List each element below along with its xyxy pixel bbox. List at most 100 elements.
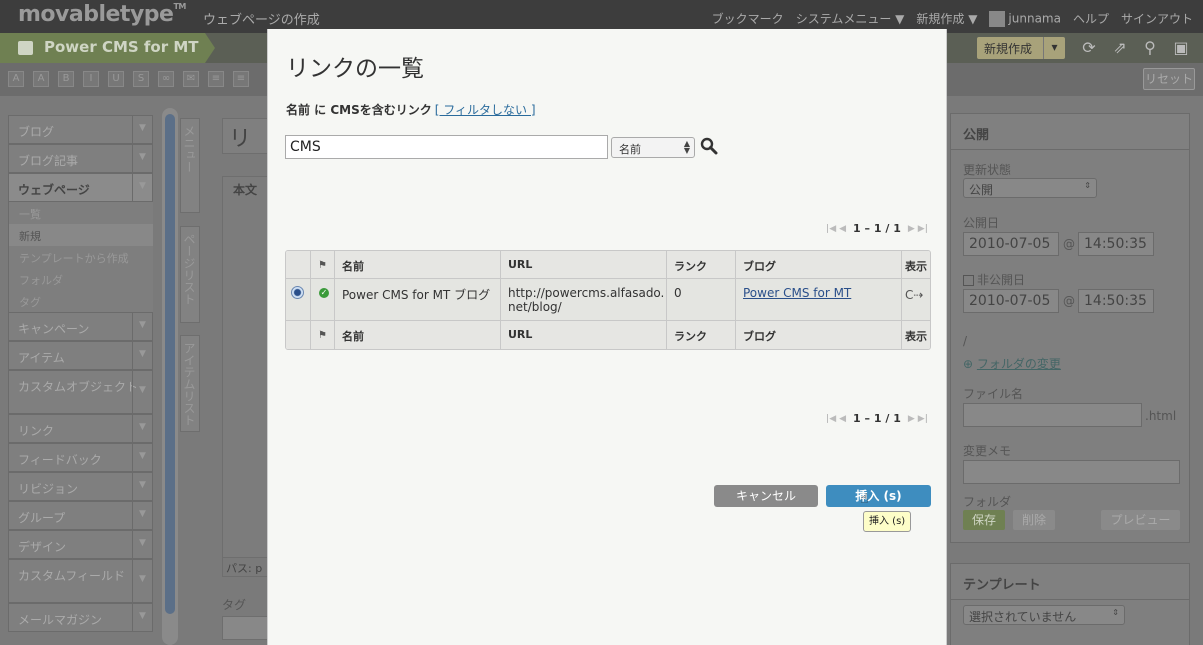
tab-menu[interactable]: メニュー bbox=[180, 118, 200, 213]
cancel-button[interactable]: キャンセル bbox=[714, 485, 818, 507]
template-select[interactable]: 選択されていません ⇕ bbox=[963, 605, 1125, 625]
menu-item-links[interactable]: リンク ▼ bbox=[8, 414, 153, 443]
menu-item-design[interactable]: デザイン ▼ bbox=[8, 530, 153, 559]
app-logo[interactable]: movabletypeTM bbox=[18, 2, 186, 27]
search-icon[interactable]: ⚲ bbox=[1141, 39, 1159, 57]
strike-icon[interactable]: S bbox=[133, 71, 149, 87]
blog-selector[interactable]: Power CMS for MT bbox=[0, 33, 215, 63]
blog-link[interactable]: Power CMS for MT bbox=[743, 286, 851, 300]
menu-item-webpages[interactable]: ウェブページ ▼ bbox=[8, 173, 153, 202]
tags-input[interactable] bbox=[222, 616, 270, 640]
next-page-icon[interactable]: ▶ bbox=[908, 414, 915, 424]
menu-item-feedback[interactable]: フィードバック ▼ bbox=[8, 443, 153, 472]
unpublish-checkbox[interactable] bbox=[963, 275, 974, 286]
select-arrows-icon: ▲ ▼ bbox=[683, 139, 690, 155]
scrollbar-thumb[interactable] bbox=[165, 114, 175, 614]
col-blog[interactable]: ブログ bbox=[736, 251, 902, 278]
view-icon[interactable]: C⇢ bbox=[902, 279, 930, 320]
reset-button[interactable]: リセット bbox=[1143, 68, 1195, 90]
menu-item-entries[interactable]: ブログ記事 ▼ bbox=[8, 144, 153, 173]
prev-page-icon[interactable]: ◀ bbox=[839, 414, 846, 424]
chevron-down-icon[interactable]: ▼ bbox=[132, 174, 152, 201]
first-page-icon[interactable]: |◀ bbox=[826, 224, 836, 234]
unpublish-time-input[interactable]: 14:50:35 bbox=[1078, 289, 1154, 313]
font-size-down-icon[interactable]: A bbox=[8, 71, 24, 87]
submenu-list[interactable]: 一覧 bbox=[8, 202, 153, 224]
body-tab[interactable]: 本文 bbox=[233, 181, 257, 198]
preview-button[interactable]: プレビュー bbox=[1101, 510, 1180, 530]
new-entry-button[interactable]: 新規作成 ▾ bbox=[977, 37, 1065, 59]
menu-item-custom-objects[interactable]: カスタムオブジェクト ▼ bbox=[8, 370, 153, 414]
last-page-icon[interactable]: ▶| bbox=[918, 224, 928, 234]
font-size-up-icon[interactable]: A bbox=[33, 71, 49, 87]
col-name[interactable]: 名前 bbox=[335, 251, 501, 278]
external-link-icon[interactable]: ⇗ bbox=[1111, 39, 1129, 57]
help-link[interactable]: ヘルプ bbox=[1073, 10, 1109, 27]
menu-item-mail-magazine[interactable]: メールマガジン ▼ bbox=[8, 603, 153, 632]
search-icon[interactable] bbox=[700, 137, 718, 155]
italic-icon[interactable]: I bbox=[83, 71, 99, 87]
clear-filter-link[interactable]: [ フィルタしない ] bbox=[435, 103, 536, 117]
signout-link[interactable]: サインアウト bbox=[1121, 10, 1193, 27]
chevron-down-icon[interactable]: ▼ bbox=[132, 116, 152, 143]
bold-icon[interactable]: B bbox=[58, 71, 74, 87]
menu-item-blog[interactable]: ブログ ▼ bbox=[8, 115, 153, 144]
next-page-icon[interactable]: ▶ bbox=[908, 224, 915, 234]
delete-button[interactable]: 削除 bbox=[1013, 510, 1055, 530]
submenu-folders[interactable]: フォルダ bbox=[8, 268, 153, 290]
col-name[interactable]: 名前 bbox=[335, 321, 501, 349]
chevron-down-icon[interactable]: ▾ bbox=[1043, 37, 1065, 59]
submenu-tags[interactable]: タグ bbox=[8, 290, 153, 312]
menu-item-revisions[interactable]: リビジョン ▼ bbox=[8, 472, 153, 501]
underline-icon[interactable]: U bbox=[108, 71, 124, 87]
prev-page-icon[interactable]: ◀ bbox=[839, 224, 846, 234]
published-icon: ✓ bbox=[319, 288, 329, 298]
menu-item-custom-fields[interactable]: カスタムフィールド ▼ bbox=[8, 559, 153, 603]
link-icon[interactable]: ∞ bbox=[158, 71, 174, 87]
col-rank[interactable]: ランク bbox=[667, 251, 736, 278]
search-field-select[interactable]: 名前 ▲ ▼ bbox=[611, 137, 695, 158]
submenu-new[interactable]: 新規 bbox=[8, 224, 153, 246]
submenu-from-template[interactable]: テンプレートから作成 bbox=[8, 246, 153, 268]
last-page-icon[interactable]: ▶| bbox=[918, 414, 928, 424]
row-blog[interactable]: Power CMS for MT bbox=[736, 279, 902, 320]
system-menu[interactable]: システムメニュー ▼ bbox=[796, 10, 905, 27]
tab-item-list[interactable]: アイテムリスト bbox=[180, 335, 200, 432]
first-page-icon[interactable]: |◀ bbox=[826, 414, 836, 424]
menu-item-items[interactable]: アイテム ▼ bbox=[8, 341, 153, 370]
status-select[interactable]: 公開 ⇕ bbox=[963, 178, 1097, 198]
menu-item-campaign[interactable]: キャンペーン ▼ bbox=[8, 312, 153, 341]
change-folder-link[interactable]: ⊕ フォルダの変更 bbox=[963, 355, 1061, 372]
table-row[interactable]: ✓ Power CMS for MT ブログ http://powercms.a… bbox=[286, 279, 930, 321]
email-icon[interactable]: ✉ bbox=[183, 71, 199, 87]
user-menu[interactable]: junnama bbox=[989, 10, 1061, 27]
filename-input[interactable] bbox=[963, 403, 1142, 427]
title-field[interactable]: リン bbox=[222, 118, 270, 154]
list-ol-icon[interactable]: ≡ bbox=[233, 71, 249, 87]
col-blog[interactable]: ブログ bbox=[736, 321, 902, 349]
unpublish-date-input[interactable]: 2010-07-05 bbox=[963, 289, 1059, 313]
col-rank[interactable]: ランク bbox=[667, 321, 736, 349]
row-name: Power CMS for MT ブログ bbox=[335, 279, 501, 320]
save-button[interactable]: 保存 bbox=[963, 510, 1005, 530]
col-url[interactable]: URL bbox=[501, 321, 667, 349]
chevron-down-icon[interactable]: ▼ bbox=[132, 145, 152, 172]
lock-icon[interactable]: ▣ bbox=[1172, 39, 1190, 57]
list-ul-icon[interactable]: ≡ bbox=[208, 71, 224, 87]
menu-item-groups[interactable]: グループ ▼ bbox=[8, 501, 153, 530]
bookmark-menu[interactable]: ブックマーク bbox=[712, 10, 784, 27]
tab-page-list[interactable]: ページリスト bbox=[180, 226, 200, 323]
row-select[interactable] bbox=[286, 279, 311, 320]
body-editor[interactable]: 本文 bbox=[222, 176, 270, 576]
insert-button[interactable]: 挿入 (s) bbox=[826, 485, 931, 507]
publish-time-input[interactable]: 14:50:35 bbox=[1078, 232, 1154, 256]
search-input[interactable]: CMS bbox=[285, 135, 608, 159]
unpublish-row[interactable]: 非公開日 bbox=[963, 271, 1025, 288]
memo-input[interactable] bbox=[963, 460, 1180, 484]
create-menu[interactable]: 新規作成 ▼ bbox=[916, 10, 977, 27]
publish-date-input[interactable]: 2010-07-05 bbox=[963, 232, 1059, 256]
left-scrollbar[interactable] bbox=[162, 108, 178, 645]
col-url[interactable]: URL bbox=[501, 251, 667, 278]
refresh-icon[interactable]: ⟳ bbox=[1080, 39, 1098, 57]
radio-button[interactable] bbox=[291, 286, 304, 299]
